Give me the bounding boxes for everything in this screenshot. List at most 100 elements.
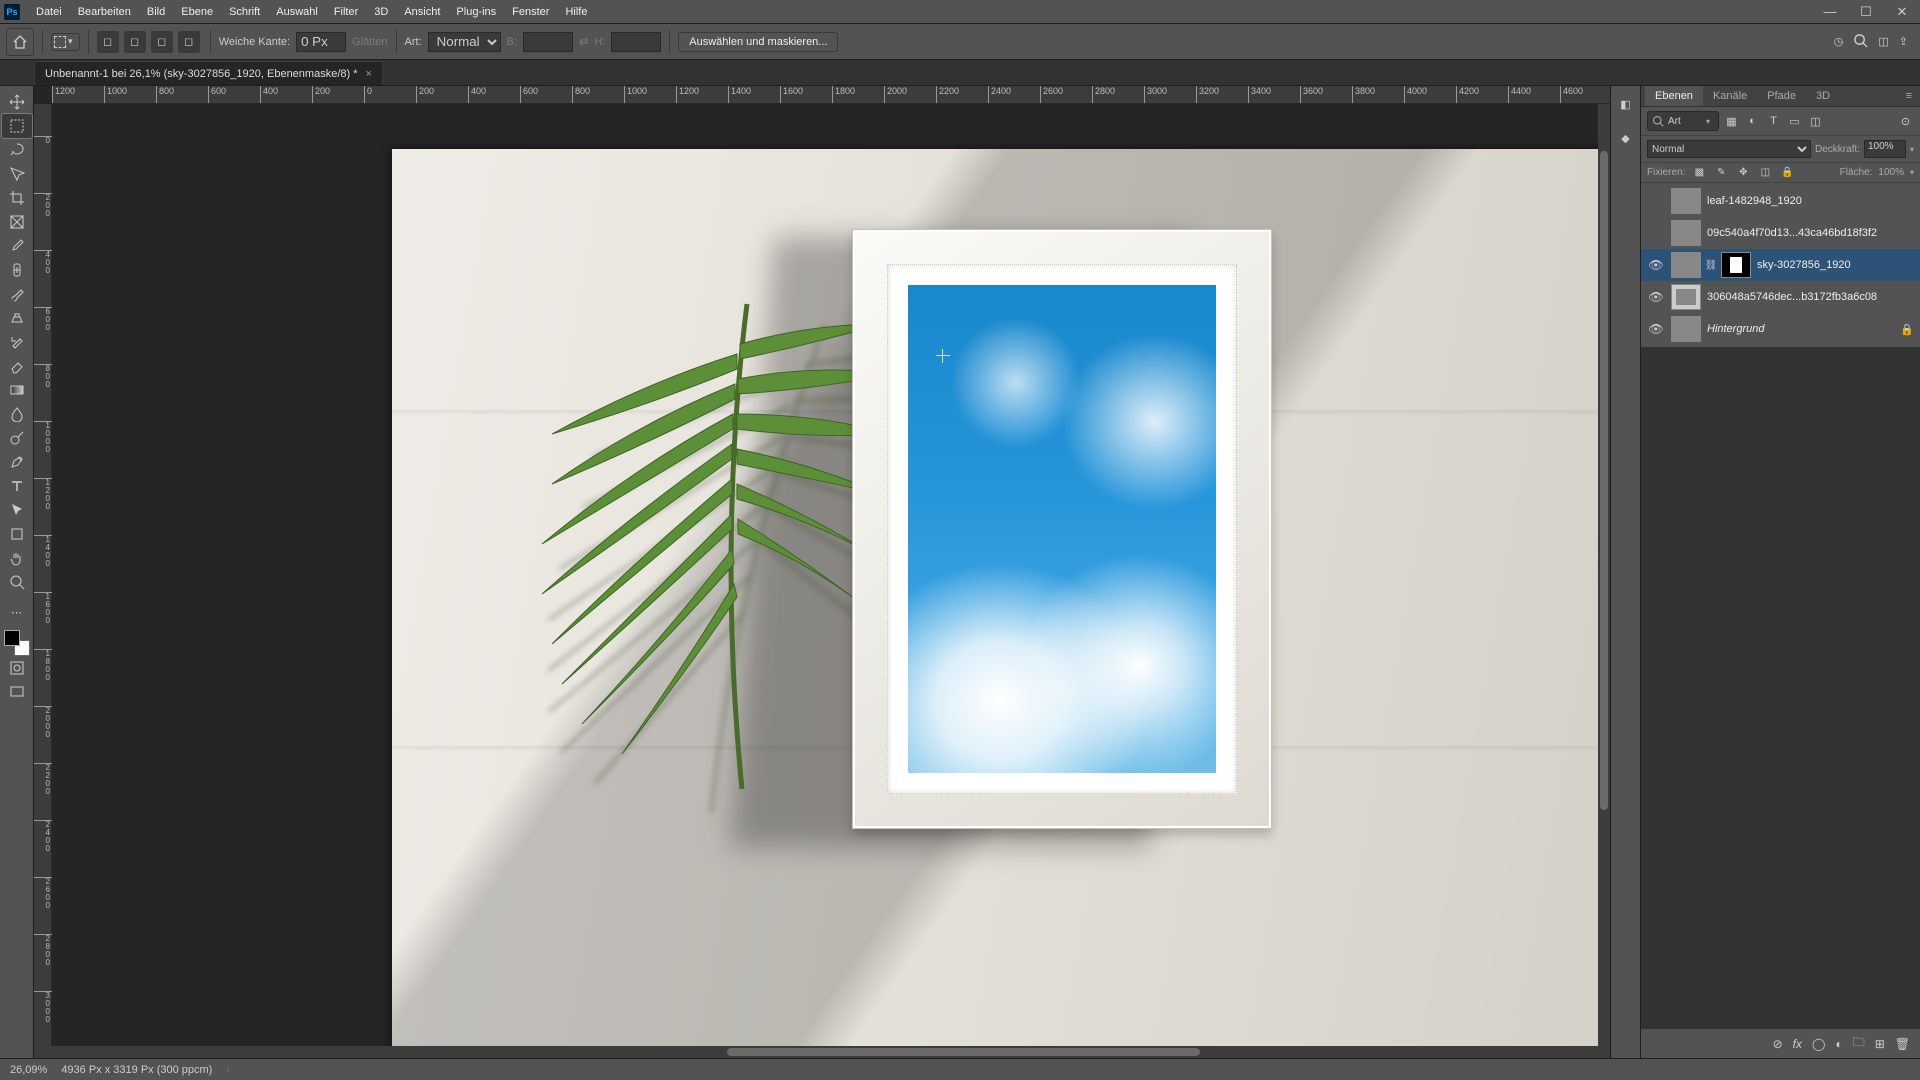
hand-tool[interactable] bbox=[2, 546, 32, 570]
layer-row[interactable]: leaf-1482948_1920 bbox=[1641, 185, 1920, 217]
layer-row[interactable]: 👁⛓sky-3027856_1920 bbox=[1641, 249, 1920, 281]
filter-pixel-icon[interactable]: ▦ bbox=[1723, 113, 1740, 130]
vertical-ruler[interactable]: 0200400600800100012001400160018002000220… bbox=[34, 104, 52, 1058]
new-adjustment-icon[interactable]: ◐ bbox=[1835, 1037, 1842, 1051]
screen-mode-icon[interactable] bbox=[2, 680, 32, 704]
menu-datei[interactable]: Datei bbox=[28, 0, 70, 24]
layer-name[interactable]: Hintergrund bbox=[1707, 323, 1764, 335]
dodge-tool[interactable] bbox=[2, 426, 32, 450]
eyedropper-tool[interactable] bbox=[2, 234, 32, 258]
document-canvas[interactable] bbox=[392, 149, 1610, 1058]
maximize-button[interactable]: ☐ bbox=[1852, 0, 1880, 24]
blend-mode-select[interactable]: Normal bbox=[1647, 140, 1811, 158]
pen-tool[interactable] bbox=[2, 450, 32, 474]
filter-smart-icon[interactable]: ◫ bbox=[1807, 113, 1824, 130]
layer-name[interactable]: 09c540a4f70d13...43ca46bd18f3f2 bbox=[1707, 227, 1877, 239]
layer-thumbnail[interactable] bbox=[1671, 252, 1701, 278]
feather-input[interactable] bbox=[296, 32, 346, 52]
layer-fx-icon[interactable]: fx bbox=[1793, 1037, 1802, 1051]
layer-row[interactable]: 09c540a4f70d13...43ca46bd18f3f2 bbox=[1641, 217, 1920, 249]
blur-tool[interactable] bbox=[2, 402, 32, 426]
cloud-docs-icon[interactable]: ◷ bbox=[1834, 35, 1844, 48]
eraser-tool[interactable] bbox=[2, 354, 32, 378]
selection-new-button[interactable]: ◻ bbox=[97, 31, 119, 53]
filter-toggle-icon[interactable]: ⊙ bbox=[1897, 113, 1914, 130]
menu-hilfe[interactable]: Hilfe bbox=[557, 0, 595, 24]
quick-selection-tool[interactable] bbox=[2, 162, 32, 186]
brush-tool[interactable] bbox=[2, 282, 32, 306]
fill-input[interactable]: 100% bbox=[1878, 167, 1904, 178]
lasso-tool[interactable] bbox=[2, 138, 32, 162]
layer-mask-thumbnail[interactable] bbox=[1721, 252, 1751, 278]
filter-type-icon[interactable]: T bbox=[1765, 113, 1782, 130]
layer-thumbnail[interactable] bbox=[1671, 188, 1701, 214]
document-info[interactable]: 4936 Px x 3319 Px (300 ppcm) bbox=[61, 1064, 212, 1076]
filter-adjustment-icon[interactable]: ◐ bbox=[1744, 113, 1761, 130]
selection-add-button[interactable]: ◻ bbox=[124, 31, 146, 53]
selection-intersect-button[interactable]: ◻ bbox=[178, 31, 200, 53]
visibility-toggle[interactable]: 👁 bbox=[1647, 258, 1665, 272]
menu-auswahl[interactable]: Auswahl bbox=[268, 0, 326, 24]
tab-paths[interactable]: Pfade bbox=[1757, 86, 1806, 106]
edit-toolbar-icon[interactable]: ⋯ bbox=[2, 600, 32, 624]
opacity-input[interactable]: 100% bbox=[1864, 140, 1906, 158]
tool-preset-picker[interactable]: ▾ bbox=[51, 33, 80, 51]
spot-heal-tool[interactable] bbox=[2, 258, 32, 282]
canvas-vertical-scrollbar[interactable] bbox=[1598, 104, 1610, 1046]
new-group-icon[interactable]: 🗀 bbox=[1853, 1033, 1865, 1054]
menu-plug-ins[interactable]: Plug-ins bbox=[448, 0, 504, 24]
layer-name[interactable]: 306048a5746dec...b3172fb3a6c08 bbox=[1707, 291, 1877, 303]
layer-filter-dropdown[interactable]: ▾ bbox=[1647, 111, 1719, 131]
visibility-toggle[interactable]: 👁 bbox=[1647, 290, 1665, 304]
layer-thumbnail[interactable] bbox=[1671, 284, 1701, 310]
select-and-mask-button[interactable]: Auswählen und maskieren... bbox=[678, 32, 838, 52]
filter-shape-icon[interactable]: ▭ bbox=[1786, 113, 1803, 130]
search-icon[interactable] bbox=[1853, 33, 1868, 51]
color-panel-icon[interactable]: ◧ bbox=[1616, 94, 1636, 114]
menu-filter[interactable]: Filter bbox=[326, 0, 366, 24]
layer-thumbnail[interactable] bbox=[1671, 316, 1701, 342]
status-chevron-icon[interactable]: › bbox=[226, 1064, 230, 1076]
new-layer-icon[interactable]: ⊞ bbox=[1875, 1037, 1885, 1051]
horizontal-ruler[interactable]: 1200100080060040020002004006008001000120… bbox=[52, 86, 1610, 104]
workspace-switcher-icon[interactable]: ◫ bbox=[1878, 35, 1888, 48]
history-brush-tool[interactable] bbox=[2, 330, 32, 354]
zoom-tool[interactable] bbox=[2, 570, 32, 594]
marquee-tool[interactable] bbox=[2, 114, 32, 138]
minimize-button[interactable]: — bbox=[1816, 0, 1844, 24]
properties-panel-icon[interactable]: ◆ bbox=[1616, 128, 1636, 148]
tab-3d[interactable]: 3D bbox=[1806, 86, 1840, 106]
menu-schrift[interactable]: Schrift bbox=[221, 0, 268, 24]
menu-bild[interactable]: Bild bbox=[139, 0, 173, 24]
canvas-horizontal-scrollbar[interactable] bbox=[34, 1046, 1610, 1058]
shape-tool[interactable] bbox=[2, 522, 32, 546]
clone-stamp-tool[interactable] bbox=[2, 306, 32, 330]
layer-row[interactable]: 👁Hintergrund🔒 bbox=[1641, 313, 1920, 345]
lock-transparent-icon[interactable]: ▩ bbox=[1691, 167, 1707, 178]
menu-3d[interactable]: 3D bbox=[366, 0, 396, 24]
layer-name[interactable]: sky-3027856_1920 bbox=[1757, 259, 1851, 271]
type-tool[interactable] bbox=[2, 474, 32, 498]
move-tool[interactable] bbox=[2, 90, 32, 114]
document-tab[interactable]: Unbenannt-1 bei 26,1% (sky-3027856_1920,… bbox=[34, 61, 383, 85]
color-swatches[interactable] bbox=[4, 630, 30, 656]
lock-artboard-icon[interactable]: ◫ bbox=[1757, 167, 1773, 178]
home-button[interactable] bbox=[6, 28, 34, 56]
menu-fenster[interactable]: Fenster bbox=[504, 0, 557, 24]
close-button[interactable]: ✕ bbox=[1888, 0, 1916, 24]
crop-tool[interactable] bbox=[2, 186, 32, 210]
layer-name[interactable]: leaf-1482948_1920 bbox=[1707, 195, 1802, 207]
lock-position-icon[interactable]: ✥ bbox=[1735, 167, 1751, 178]
add-mask-icon[interactable]: ◯ bbox=[1812, 1037, 1825, 1051]
menu-bearbeiten[interactable]: Bearbeiten bbox=[70, 0, 139, 24]
share-icon[interactable]: ⇪ bbox=[1899, 35, 1908, 48]
path-selection-tool[interactable] bbox=[2, 498, 32, 522]
visibility-toggle[interactable]: 👁 bbox=[1647, 322, 1665, 336]
menu-ebene[interactable]: Ebene bbox=[173, 0, 221, 24]
close-tab-icon[interactable]: × bbox=[366, 68, 372, 80]
panel-menu-icon[interactable]: ≡ bbox=[1898, 86, 1920, 106]
selection-subtract-button[interactable]: ◻ bbox=[151, 31, 173, 53]
quick-mask-icon[interactable] bbox=[2, 656, 32, 680]
layer-row[interactable]: 👁 306048a5746dec...b3172fb3a6c08 bbox=[1641, 281, 1920, 313]
gradient-tool[interactable] bbox=[2, 378, 32, 402]
